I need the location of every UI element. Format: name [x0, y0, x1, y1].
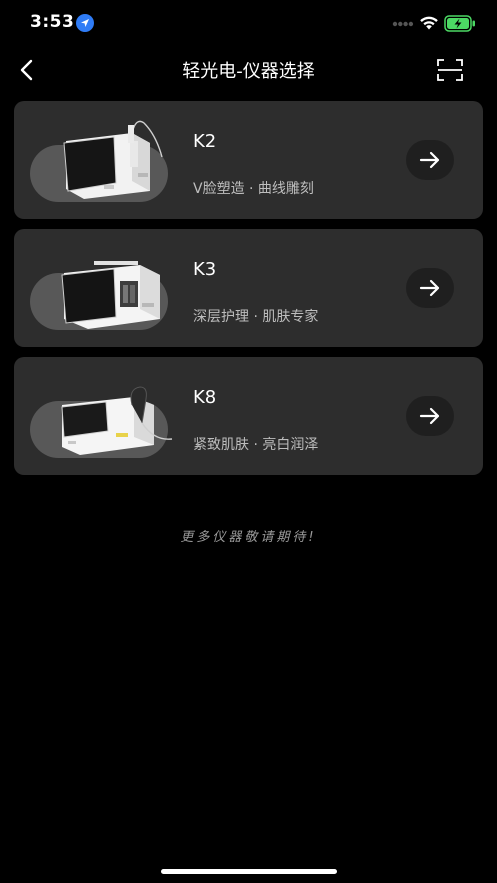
- open-device-button[interactable]: [406, 140, 454, 180]
- device-name: K8: [193, 387, 217, 408]
- device-k8-image: [61, 386, 173, 455]
- scan-button[interactable]: [434, 56, 466, 84]
- device-card-k2[interactable]: K2 V脸塑造 · 曲线雕刻: [14, 101, 483, 219]
- page-title: 轻光电-仪器选择: [182, 61, 315, 82]
- wifi-icon: [420, 16, 438, 30]
- device-card-k8[interactable]: K8 紧致肌肤 · 亮白润泽: [14, 357, 483, 475]
- battery-charging-icon: [444, 15, 475, 32]
- device-description: 深层护理 · 肌肤专家: [193, 309, 319, 325]
- status-time: 3:53: [30, 12, 75, 32]
- scan-icon: [437, 59, 463, 81]
- home-indicator[interactable]: [161, 869, 337, 874]
- device-k2-image: [63, 120, 163, 199]
- location-arrow-icon: [76, 14, 94, 32]
- more-devices-coming-text: 更多仪器敬请期待!: [180, 530, 317, 545]
- nav-bar: 轻光电-仪器选择: [0, 48, 497, 92]
- device-description: 紧致肌肤 · 亮白润泽: [193, 437, 319, 453]
- arrow-right-icon: [419, 279, 440, 297]
- cellular-signal-icon: [392, 21, 414, 27]
- device-card-k3[interactable]: K3 深层护理 · 肌肤专家: [14, 229, 483, 347]
- device-description: V脸塑造 · 曲线雕刻: [193, 181, 314, 197]
- device-name: K3: [193, 259, 217, 280]
- arrow-right-icon: [419, 407, 440, 425]
- device-name: K2: [193, 131, 217, 152]
- open-device-button[interactable]: [406, 396, 454, 436]
- open-device-button[interactable]: [406, 268, 454, 308]
- status-bar: 3:53: [0, 0, 497, 48]
- device-k3-image: [61, 261, 160, 329]
- arrow-right-icon: [419, 151, 440, 169]
